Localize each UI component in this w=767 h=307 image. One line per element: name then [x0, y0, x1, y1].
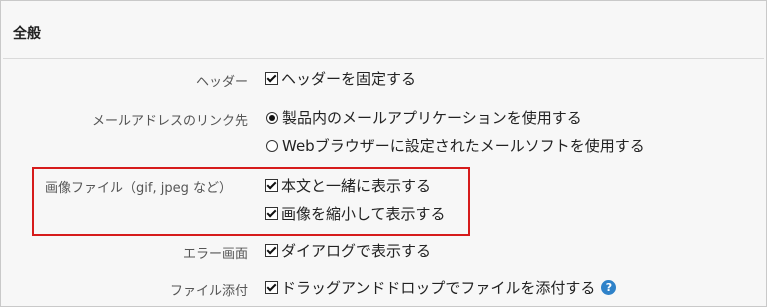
checkbox-checked-icon[interactable] [265, 244, 278, 257]
setting-row-image-file: 画像ファイル（gif, jpeg など） 本文と一緒に表示する [1, 175, 766, 199]
radio-label: Webブラウザーに設定されたメールソフトを使用する [282, 137, 645, 155]
setting-label-image-file: 画像ファイル（gif, jpeg など） [45, 181, 232, 196]
setting-row-mail-link-2: Webブラウザーに設定されたメールソフトを使用する [1, 135, 766, 159]
checkbox-label: 画像を縮小して表示する [281, 205, 446, 223]
radio-unselected-icon[interactable] [266, 139, 278, 152]
setting-row-header: ヘッダー ヘッダーを固定する [1, 68, 766, 92]
checkbox-label: ドラッグアンドドロップでファイルを添付する [281, 279, 596, 297]
setting-row-image-file-2: 画像を縮小して表示する [1, 203, 766, 227]
checkbox-checked-icon[interactable] [265, 179, 278, 192]
setting-label-attachment: ファイル添付 [169, 284, 248, 299]
checkbox-label: 本文と一緒に表示する [281, 177, 432, 195]
setting-row-error-screen: エラー画面 ダイアログで表示する [1, 240, 766, 264]
shrink-image-checkbox[interactable]: 画像を縮小して表示する [265, 203, 446, 224]
setting-label-mail-link: メールアドレスのリンク先 [91, 114, 248, 129]
setting-label-error-screen: エラー画面 [182, 247, 248, 262]
error-dialog-checkbox[interactable]: ダイアログで表示する [265, 240, 431, 261]
section-title: 全般 [13, 26, 41, 42]
checkbox-label: ヘッダーを固定する [281, 70, 417, 88]
checkbox-checked-icon[interactable] [265, 281, 278, 294]
setting-row-mail-link: メールアドレスのリンク先 製品内のメールアプリケーションを使用する [1, 107, 766, 131]
setting-label-header: ヘッダー [195, 75, 248, 90]
question-icon[interactable]: ? [601, 280, 617, 295]
drag-drop-checkbox[interactable]: ドラッグアンドドロップでファイルを添付する ? [265, 277, 617, 298]
inline-image-checkbox[interactable]: 本文と一緒に表示する [265, 175, 431, 196]
radio-selected-icon[interactable] [266, 111, 278, 124]
fixed-header-checkbox[interactable]: ヘッダーを固定する [265, 68, 416, 89]
checkbox-checked-icon[interactable] [265, 72, 278, 85]
checkbox-checked-icon[interactable] [265, 207, 278, 220]
checkbox-label: ダイアログで表示する [281, 242, 432, 260]
section-divider [3, 58, 764, 59]
radio-label: 製品内のメールアプリケーションを使用する [282, 109, 582, 127]
settings-panel: 全般 ヘッダー ヘッダーを固定する メールアドレスのリンク先 製品内のメールアプ… [0, 0, 767, 307]
setting-row-attachment: ファイル添付 ドラッグアンドドロップでファイルを添付する ? [1, 277, 766, 301]
browser-mail-radio[interactable]: Webブラウザーに設定されたメールソフトを使用する [265, 135, 645, 156]
mail-app-radio[interactable]: 製品内のメールアプリケーションを使用する [265, 107, 582, 128]
